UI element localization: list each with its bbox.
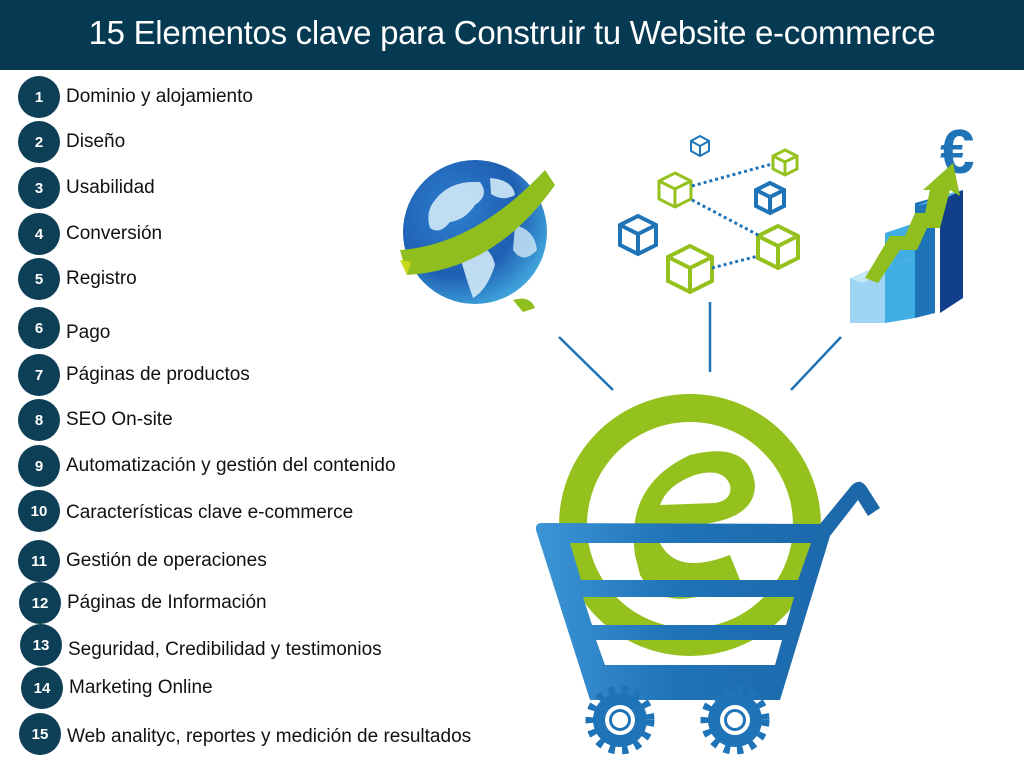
- number-badge: 5: [18, 258, 60, 300]
- item-label: Dominio y alojamiento: [66, 86, 253, 107]
- number-badge: 15: [19, 713, 61, 755]
- page-title: 15 Elementos clave para Construir tu Web…: [88, 14, 936, 51]
- item-label: Páginas de productos: [66, 364, 250, 385]
- item-label: Marketing Online: [69, 677, 213, 698]
- number-badge: 12: [19, 582, 61, 624]
- number-badge: 7: [18, 354, 60, 396]
- item-label: Características clave e-commerce: [66, 502, 354, 523]
- shopping-cart-icon: [535, 481, 880, 755]
- header-banner: 15 Elementos clave para Construir tu Web…: [0, 0, 1024, 70]
- number-badge: 9: [18, 445, 60, 487]
- network-cubes-icon: [618, 134, 800, 295]
- number-badge: 3: [18, 167, 60, 209]
- item-label: Gestión de operaciones: [66, 550, 267, 571]
- globe-icon: [400, 160, 555, 312]
- item-label: Automatización y gestión del contenido: [66, 455, 396, 476]
- item-label: Pago: [66, 322, 111, 343]
- item-label: Páginas de Información: [67, 592, 267, 613]
- item-label: Conversión: [66, 223, 163, 244]
- item-label: Web analityc, reportes y medición de res…: [67, 726, 472, 747]
- item-label: Diseño: [66, 131, 126, 152]
- number-badge: 13: [20, 624, 62, 666]
- number-badge: 10: [18, 490, 60, 532]
- number-badge: 11: [18, 540, 60, 582]
- item-label: Seguridad, Credibilidad y testimonios: [68, 639, 382, 660]
- item-label: Usabilidad: [66, 177, 155, 198]
- number-badge: 4: [18, 213, 60, 255]
- number-badge: 6: [18, 307, 60, 349]
- number-badge: 8: [18, 399, 60, 441]
- item-label: Registro: [66, 268, 137, 289]
- number-badge: 1: [18, 76, 60, 118]
- growth-chart-icon: €: [850, 118, 974, 323]
- number-badge: 14: [21, 667, 63, 709]
- item-label: SEO On-site: [66, 409, 173, 430]
- connector-lines: [558, 302, 842, 391]
- number-badge: 2: [18, 121, 60, 163]
